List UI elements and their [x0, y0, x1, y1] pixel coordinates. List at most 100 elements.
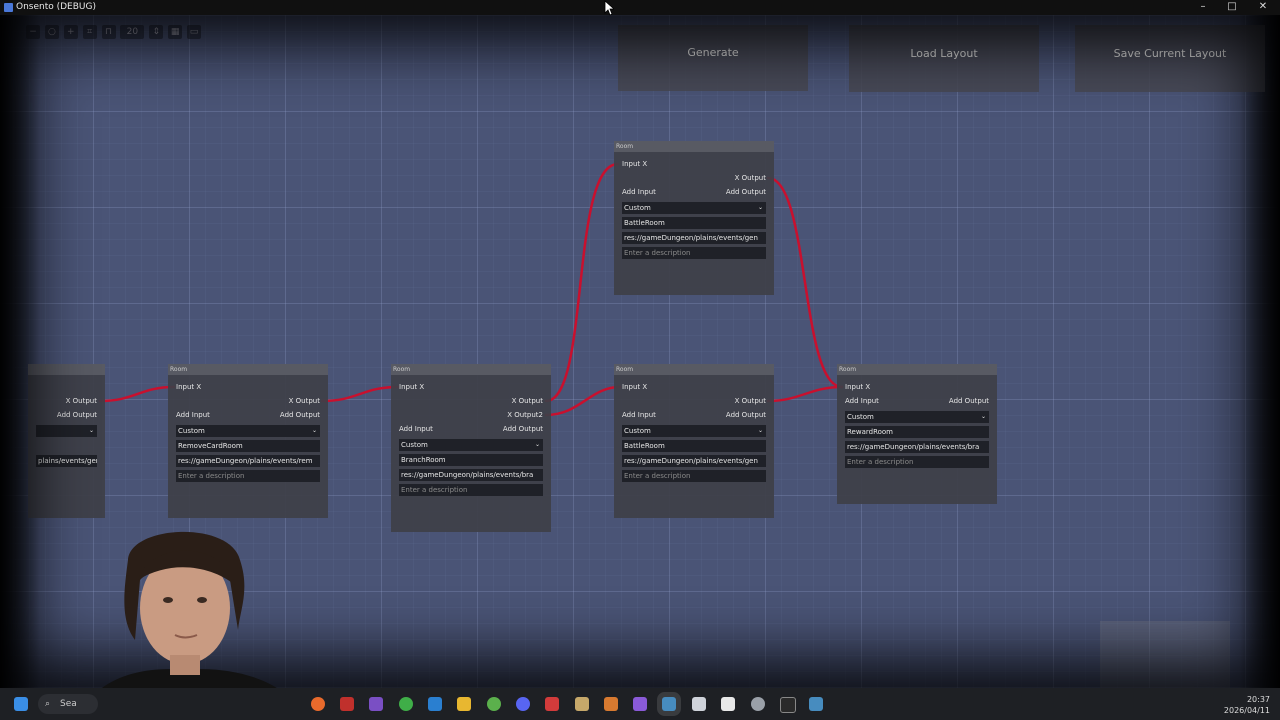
chevron-down-icon: ⌄	[88, 427, 94, 434]
app-red-icon[interactable]	[340, 697, 354, 711]
node-header: Room	[168, 364, 328, 375]
add-input-button[interactable]: Add Input	[622, 411, 656, 419]
settings-gear-icon[interactable]	[751, 697, 765, 711]
maximize-button[interactable]: □	[1222, 1, 1242, 12]
wire-node1-node2	[320, 385, 400, 403]
path-field[interactable]: res://gameDungeon/plains/events/bra	[399, 469, 543, 481]
minimize-button[interactable]: –	[1193, 1, 1213, 12]
wire-node3-node5	[766, 176, 844, 389]
wire-node0-node1	[98, 385, 176, 403]
app-icon	[4, 3, 13, 12]
node-header: Room	[391, 364, 551, 375]
input-port[interactable]: Input X	[176, 383, 201, 391]
chrome-icon[interactable]	[399, 697, 413, 711]
chevron-down-icon: ⌄	[757, 204, 763, 211]
add-output-button[interactable]: Add Output	[57, 410, 97, 420]
app-box-icon[interactable]	[575, 697, 589, 711]
mode-select[interactable]: Custom ⌄	[399, 439, 543, 451]
path-field[interactable]: res://gameDungeon/plains/events/rem	[176, 455, 320, 467]
search-label: Sea	[60, 699, 77, 709]
description-field[interactable]: Enter a description	[622, 247, 766, 259]
wire-node2-node3	[544, 162, 620, 403]
description-field[interactable]: Enter a description	[845, 456, 989, 468]
vscode-icon[interactable]	[428, 697, 442, 711]
description-field[interactable]: Enter a description	[399, 484, 543, 496]
mouse-cursor-icon	[604, 0, 614, 16]
system-clock[interactable]: 20:37 2026/04/11	[1224, 694, 1270, 716]
input-port[interactable]: Input X	[622, 383, 647, 391]
description-field[interactable]: Enter a description	[176, 470, 320, 482]
output-port[interactable]: X Output	[735, 396, 766, 406]
path-field[interactable]: res://gameDungeon/plains/events/gen	[622, 232, 766, 244]
app-folder-icon[interactable]	[604, 697, 618, 711]
add-output-button[interactable]: Add Output	[726, 410, 766, 420]
app-photo-icon[interactable]	[545, 697, 559, 711]
wire-node4-node5	[766, 385, 844, 403]
input-port[interactable]: Input X	[622, 160, 647, 168]
path-field[interactable]: res://gameDungeon/plains/events/gen	[622, 455, 766, 467]
node-header: Room	[614, 141, 774, 152]
minimap-panel[interactable]	[1100, 621, 1230, 688]
input-port[interactable]: Input X	[399, 383, 424, 391]
add-input-button[interactable]: Add Input	[622, 188, 656, 196]
output2-port[interactable]: X Output2	[507, 410, 543, 420]
terminal-icon[interactable]	[780, 697, 796, 713]
room-name-field[interactable]: RemoveCardRoom	[176, 440, 320, 452]
path-field[interactable]: plains/events/gen	[36, 455, 97, 467]
taskbar: ⌕ Sea 20:37 2026/04/11	[0, 688, 1280, 720]
description-field[interactable]: Enter a description	[622, 470, 766, 482]
discord-icon[interactable]	[516, 697, 530, 711]
search-box[interactable]: ⌕ Sea	[38, 694, 98, 714]
output-port[interactable]: X Output	[289, 396, 320, 406]
mode-select[interactable]: Custom ⌄	[176, 425, 320, 437]
visual-studio-icon[interactable]	[369, 697, 383, 711]
app-notepad-icon[interactable]	[721, 697, 735, 711]
room-name-field[interactable]: RewardRoom	[845, 426, 989, 438]
app-purple-icon[interactable]	[633, 697, 647, 711]
add-output-button[interactable]: Add Output	[280, 410, 320, 420]
godot-icon[interactable]	[662, 697, 676, 711]
output-port[interactable]: X Output	[66, 396, 97, 406]
clock-date: 2026/04/11	[1223, 706, 1270, 715]
room-name-field[interactable]: BattleRoom	[622, 217, 766, 229]
node-header	[28, 364, 105, 375]
add-output-button[interactable]: Add Output	[503, 424, 543, 434]
path-field[interactable]: res://gameDungeon/plains/events/bra	[845, 441, 989, 453]
mode-select[interactable]: Custom ⌄	[845, 411, 989, 423]
add-input-button[interactable]: Add Input	[845, 397, 879, 405]
add-input-button[interactable]: Add Input	[399, 425, 433, 433]
add-input-button[interactable]: Add Input	[176, 411, 210, 419]
room-name-field[interactable]: BattleRoom	[622, 440, 766, 452]
room-node-0[interactable]: X Output Add Output ⌄ plains/events/gen	[28, 364, 105, 518]
clock-time: 20:37	[1246, 695, 1270, 704]
window-titlebar: Onsento (DEBUG) – □ ✕	[0, 0, 1280, 15]
output-port[interactable]: X Output	[735, 173, 766, 183]
room-node-1[interactable]: Room Input X X Output Add Input Add Outp…	[168, 364, 328, 518]
app-green-icon[interactable]	[487, 697, 501, 711]
wire-node2-node4	[544, 385, 622, 417]
node-header: Room	[837, 364, 997, 375]
app-monitor-icon[interactable]	[692, 697, 706, 711]
chevron-down-icon: ⌄	[980, 413, 986, 420]
firefox-icon[interactable]	[311, 697, 325, 711]
window-title: Onsento (DEBUG)	[16, 2, 96, 12]
room-name-field[interactable]: BranchRoom	[399, 454, 543, 466]
file-explorer-icon[interactable]	[457, 697, 471, 711]
node-header: Room	[614, 364, 774, 375]
room-node-2[interactable]: Room Input X X Output X Output2 Add Inpu…	[391, 364, 551, 532]
mode-select[interactable]: ⌄	[36, 425, 97, 437]
room-node-5[interactable]: Room Input X Add Input Add Output Custom…	[837, 364, 997, 504]
mode-select[interactable]: Custom ⌄	[622, 425, 766, 437]
add-output-button[interactable]: Add Output	[949, 396, 989, 406]
chevron-down-icon: ⌄	[757, 427, 763, 434]
start-icon[interactable]	[14, 697, 28, 711]
mode-select[interactable]: Custom ⌄	[622, 202, 766, 214]
room-node-3[interactable]: Room Input X X Output Add Input Add Outp…	[614, 141, 774, 295]
chevron-down-icon: ⌄	[534, 441, 540, 448]
close-button[interactable]: ✕	[1253, 1, 1273, 12]
add-output-button[interactable]: Add Output	[726, 187, 766, 197]
room-node-4[interactable]: Room Input X X Output Add Input Add Outp…	[614, 364, 774, 518]
output-port[interactable]: X Output	[512, 396, 543, 406]
input-port[interactable]: Input X	[845, 383, 870, 391]
godot-debug-icon[interactable]	[809, 697, 823, 711]
